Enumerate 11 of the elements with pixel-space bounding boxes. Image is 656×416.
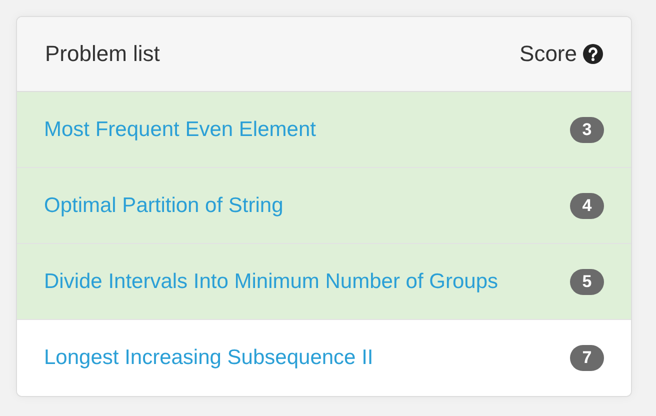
problem-link[interactable]: Most Frequent Even Element	[44, 118, 316, 142]
score-badge: 7	[570, 345, 604, 371]
score-badge: 4	[570, 192, 604, 218]
score-label: Score	[520, 41, 577, 67]
score-badge: 3	[570, 116, 604, 142]
problem-link[interactable]: Longest Increasing Subsequence II	[44, 346, 374, 370]
problem-link[interactable]: Optimal Partition of String	[44, 194, 284, 218]
header-title: Problem list	[45, 41, 160, 67]
help-icon[interactable]	[583, 44, 603, 64]
score-badge: 5	[570, 268, 604, 294]
problem-link[interactable]: Divide Intervals Into Minimum Number of Groups	[44, 270, 498, 294]
